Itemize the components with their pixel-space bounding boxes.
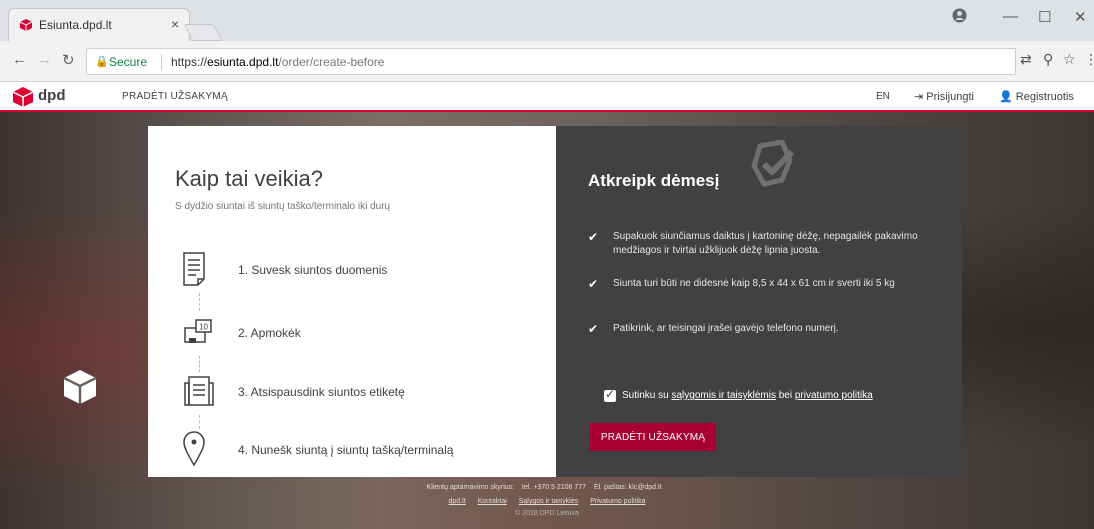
- checkmark-icon: ✔: [588, 277, 599, 291]
- checkmark-icon: ✔: [588, 322, 599, 336]
- attention-note-text: Patikrink, ar teisingai įrašei gavėjo te…: [613, 323, 839, 334]
- footer-copyright: © 2018 DPD Lietuva: [515, 510, 579, 517]
- minimize-icon[interactable]: —: [1003, 8, 1018, 25]
- step-label: 3. Atsispausdink siuntos etiketę: [238, 385, 405, 399]
- terms-prefix: Sutinku su: [622, 390, 669, 401]
- step-item: 10 2. Apmokėk: [180, 314, 540, 354]
- bookmark-star-icon[interactable]: ☆: [1063, 51, 1076, 68]
- how-it-works-subtitle: S dydžio siuntai iš siuntų taško/termina…: [175, 201, 391, 212]
- zoom-icon[interactable]: ⚲: [1043, 51, 1053, 68]
- background-dpd-cube-icon: [63, 370, 97, 404]
- how-it-works-card: Kaip tai veikia? S dydžio siuntai iš siu…: [148, 126, 556, 477]
- register-link[interactable]: 👤 Registruotis: [999, 90, 1074, 103]
- footer-link-terms[interactable]: Sąlygos ir taisyklės: [519, 498, 579, 505]
- browser-toolbar: ← → ↻ 🔒 Secure https://esiunta.dpd.lt/or…: [0, 41, 1094, 82]
- step-connector: [199, 293, 200, 311]
- checkbox-check-icon: ✓: [605, 387, 616, 401]
- tab-close-icon[interactable]: ×: [171, 16, 179, 32]
- footer-link-privacy[interactable]: Privatumo politika: [590, 498, 645, 505]
- step-connector: [199, 415, 200, 429]
- step-item: 3. Atsispausdink siuntos etiketę: [180, 373, 540, 413]
- step-label: 2. Apmokėk: [238, 326, 301, 340]
- browser-tab-bar: Esiunta.dpd.lt × — ☐ ✕: [0, 0, 1094, 41]
- step-label: 1. Suvesk siuntos duomenis: [238, 263, 388, 277]
- attention-note-text: Siunta turi būti ne didesnė kaip 8,5 x 4…: [613, 278, 895, 289]
- terms-checkbox[interactable]: ✓: [604, 387, 616, 402]
- reload-icon[interactable]: ↻: [62, 51, 75, 69]
- tab-title: Esiunta.dpd.lt: [39, 18, 112, 32]
- checkmark-icon: ✔: [588, 230, 599, 244]
- start-order-button[interactable]: PRADĖTI UŽSAKYMĄ: [590, 423, 716, 451]
- language-switch-link[interactable]: EN: [876, 91, 890, 102]
- privacy-link[interactable]: privatumo politika: [795, 390, 873, 401]
- logo-text[interactable]: dpd: [38, 87, 66, 104]
- user-add-icon: 👤: [999, 91, 1013, 103]
- step-item: 4. Nunešk siuntą į siuntų tašką/terminal…: [180, 429, 540, 469]
- register-label: Registruotis: [1015, 91, 1074, 103]
- address-bar[interactable]: 🔒 Secure https://esiunta.dpd.lt/order/cr…: [86, 48, 1016, 75]
- site-header: dpd PRADĖTI UŽSAKYMĄ EN ⇥ Prisijungti 👤 …: [0, 82, 1094, 112]
- footer-service-label: Klientų aptarnavimo skyrius:: [426, 484, 515, 491]
- location-pin-icon: [183, 431, 205, 467]
- profile-icon[interactable]: [952, 8, 967, 27]
- attention-card: Atkreipk dėmesį ✔ Supakuok siunčiamus da…: [556, 126, 962, 477]
- footer-email[interactable]: El. paštas: klc@dpd.lt: [594, 484, 661, 491]
- secure-label: Secure: [109, 55, 148, 69]
- dpd-favicon-icon: [19, 19, 33, 31]
- attention-note-text: Supakuok siunčiamus daiktus į kartoninę …: [613, 231, 918, 256]
- check-badge-icon: [751, 140, 795, 187]
- url-text: https://esiunta.dpd.lt/order/create-befo…: [171, 55, 384, 69]
- footer-link-contacts[interactable]: Kontaktai: [478, 498, 507, 505]
- url-host: esiunta.dpd.lt: [207, 55, 279, 69]
- url-path: /order/create-before: [278, 55, 385, 69]
- terms-text: Sutinku su sąlygomis ir taisyklėmis bei …: [622, 390, 873, 401]
- lock-icon: 🔒: [95, 56, 109, 68]
- forward-icon[interactable]: →: [37, 51, 52, 68]
- printer-icon: [184, 376, 214, 406]
- login-link[interactable]: ⇥ Prisijungti: [914, 90, 974, 103]
- translate-icon[interactable]: ⇄: [1020, 51, 1032, 68]
- window-close-icon[interactable]: ✕: [1074, 8, 1087, 26]
- terms-link[interactable]: sąlygomis ir taisyklėmis: [671, 390, 775, 401]
- login-icon: ⇥: [914, 91, 924, 103]
- payment-icon-value: 10: [199, 323, 208, 332]
- footer-links: dpd.lt Kontaktai Sąlygos ir taisyklės Pr…: [0, 498, 1094, 505]
- browser-menu-icon[interactable]: ⋮: [1084, 51, 1094, 68]
- document-icon: [183, 252, 205, 286]
- step-label: 4. Nunešk siuntą į siuntų tašką/terminal…: [238, 443, 454, 457]
- login-label: Prisijungti: [926, 91, 974, 103]
- address-separator: [161, 54, 162, 70]
- payment-icon: 10: [184, 319, 212, 343]
- footer-link-dpd[interactable]: dpd.lt: [449, 498, 466, 505]
- terms-agreement: ✓ Sutinku su sąlygomis ir taisyklėmis be…: [604, 387, 944, 405]
- back-icon[interactable]: ←: [12, 51, 27, 68]
- url-scheme: https://: [171, 55, 208, 69]
- page-viewport: dpd PRADĖTI UŽSAKYMĄ EN ⇥ Prisijungti 👤 …: [0, 82, 1094, 529]
- browser-tab[interactable]: Esiunta.dpd.lt ×: [8, 8, 190, 41]
- maximize-icon[interactable]: ☐: [1038, 8, 1051, 26]
- terms-mid: bei: [778, 390, 793, 401]
- step-connector: [199, 356, 200, 372]
- site-footer: Klientų aptarnavimo skyrius: tel. +370 5…: [0, 484, 1094, 517]
- footer-phone[interactable]: tel. +370 5 2106 777: [522, 484, 586, 491]
- dpd-logo-icon[interactable]: [12, 86, 34, 108]
- step-item: 1. Suvesk siuntos duomenis: [180, 251, 540, 291]
- how-it-works-title: Kaip tai veikia?: [175, 166, 323, 191]
- nav-start-order-link[interactable]: PRADĖTI UŽSAKYMĄ: [122, 91, 228, 102]
- attention-title: Atkreipk dėmesį: [588, 171, 720, 190]
- footer-contacts: Klientų aptarnavimo skyrius: tel. +370 5…: [0, 484, 1094, 491]
